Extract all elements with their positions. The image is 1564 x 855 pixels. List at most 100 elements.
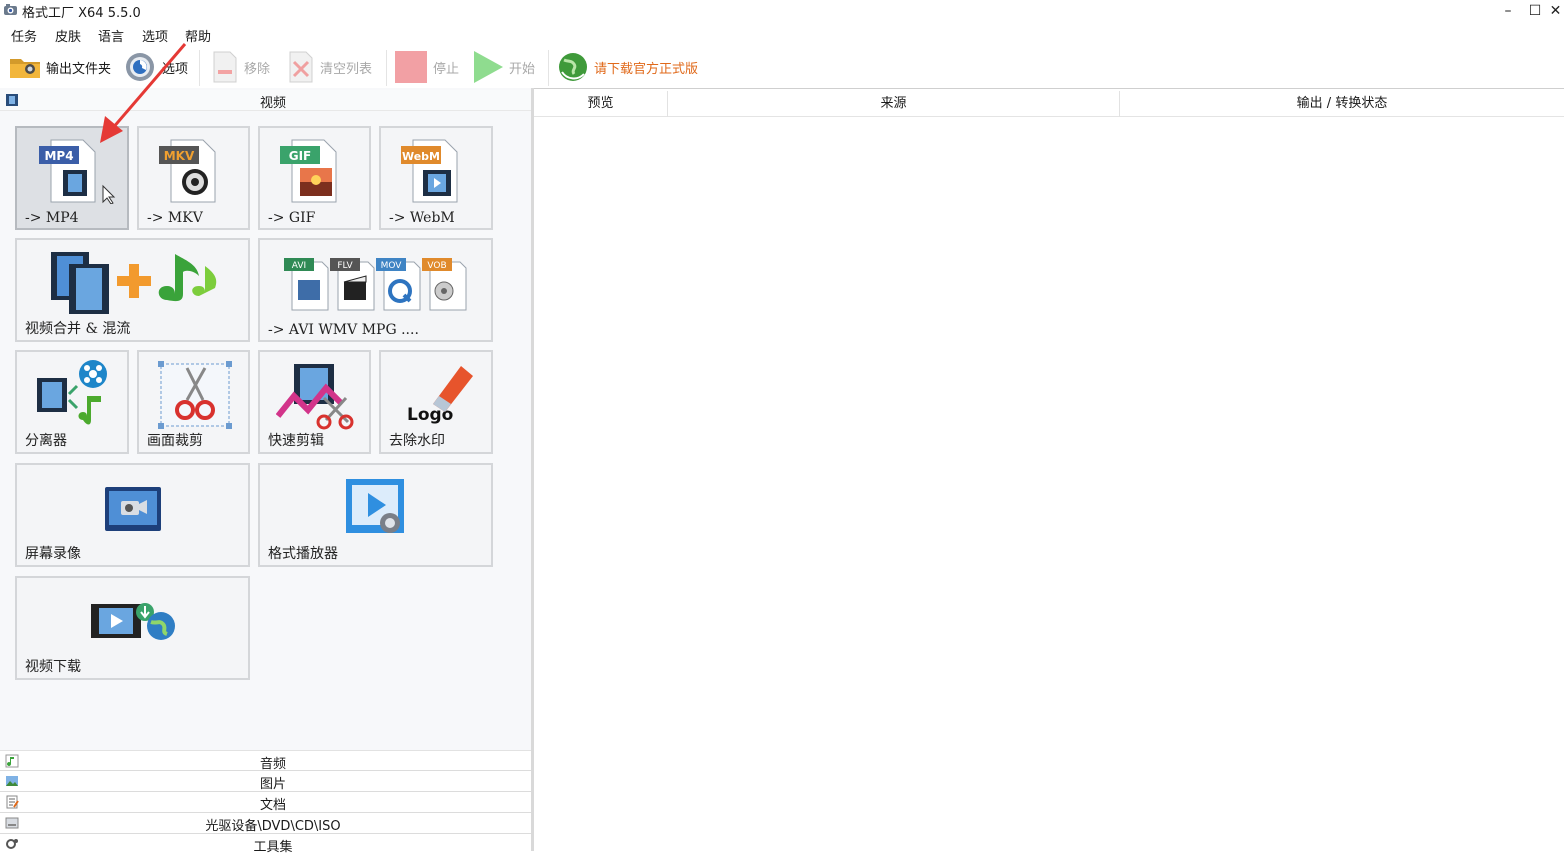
merge-video-audio-icon <box>51 252 217 314</box>
flv-badge: FLV <box>337 261 353 271</box>
mp4-badge: MP4 <box>44 149 73 163</box>
tile-mp4-label: -> MP4 <box>25 210 79 226</box>
column-source[interactable]: 来源 <box>668 91 1120 117</box>
category-audio[interactable]: 音频 <box>0 750 531 772</box>
tile-quick-edit[interactable]: 快速剪辑 <box>258 350 371 454</box>
quick-edit-icon <box>276 364 354 430</box>
download-official-link[interactable]: 请下载官方正式版 <box>556 49 698 85</box>
tile-screen-record-label: 屏幕录像 <box>25 546 81 562</box>
menu-help[interactable]: 帮助 <box>185 26 211 45</box>
task-list-header: 预览 来源 输出 / 转换状态 <box>534 91 1564 117</box>
tile-mkv[interactable]: MKV -> MKV <box>137 126 250 230</box>
category-image[interactable]: 图片 <box>0 771 531 792</box>
category-disc[interactable]: 光驱设备\DVD\CD\ISO <box>0 813 531 834</box>
title-bar: 格式工厂 X64 5.5.0 – ☐ ✕ <box>0 0 1564 22</box>
remove-button[interactable]: 移除 <box>210 49 270 85</box>
gear-icon <box>126 53 154 81</box>
toolbar-separator <box>386 50 387 86</box>
tile-remove-watermark-label: 去除水印 <box>389 433 445 449</box>
toolbar-separator <box>199 50 200 86</box>
tile-remove-watermark[interactable]: Logo 去除水印 <box>379 350 493 454</box>
column-preview[interactable]: 预览 <box>534 91 668 117</box>
window-title: 格式工厂 X64 5.5.0 <box>22 6 141 21</box>
category-tools-label: 工具集 <box>253 840 293 855</box>
category-audio-label: 音频 <box>259 757 286 772</box>
output-folder-label: 输出文件夹 <box>46 61 112 77</box>
toolbar-separator <box>548 50 549 86</box>
menu-task[interactable]: 任务 <box>11 26 37 45</box>
category-document-label: 文档 <box>259 798 286 813</box>
tile-mkv-label: -> MKV <box>147 210 203 226</box>
screen-record-icon <box>105 487 161 531</box>
crop-scissors-icon <box>158 361 232 429</box>
stop-label: 停止 <box>433 61 460 77</box>
start-button[interactable]: 开始 <box>471 49 535 85</box>
task-list[interactable]: 预览 来源 输出 / 转换状态 <box>534 88 1564 851</box>
gif-file-icon: GIF <box>280 139 337 203</box>
minimize-button[interactable]: – <box>1494 0 1522 22</box>
tile-video-download[interactable]: 视频下载 <box>15 576 250 680</box>
category-video[interactable]: 视频 <box>0 90 531 111</box>
menu-language[interactable]: 语言 <box>98 26 124 45</box>
tile-video-download-label: 视频下载 <box>25 659 81 675</box>
tile-crop-label: 画面裁剪 <box>147 433 203 449</box>
menu-bar: 任务 皮肤 语言 选项 帮助 <box>0 22 1564 46</box>
remove-icon <box>213 51 237 83</box>
start-label: 开始 <box>509 61 536 77</box>
category-video-label: 视频 <box>259 96 286 111</box>
tile-video-merge-label: 视频合并 & 混流 <box>25 321 131 337</box>
webm-badge: WebM <box>402 150 440 163</box>
stop-icon <box>395 51 427 83</box>
tile-quick-edit-label: 快速剪辑 <box>268 433 324 449</box>
stop-button[interactable]: 停止 <box>393 49 459 85</box>
column-output-status[interactable]: 输出 / 转换状态 <box>1120 91 1564 117</box>
download-official-label: 请下载官方正式版 <box>594 61 699 77</box>
vob-badge: VOB <box>427 261 446 271</box>
tile-webm[interactable]: WebM -> WebM <box>379 126 493 230</box>
clear-list-label: 清空列表 <box>320 61 373 77</box>
folder-icon <box>10 59 40 78</box>
tile-splitter[interactable]: 分离器 <box>15 350 129 454</box>
tile-video-merge[interactable]: 视频合并 & 混流 <box>15 238 250 342</box>
tile-other-formats[interactable]: AVI FLV MOV VOB -> AVI WMV MPG .... <box>258 238 493 342</box>
globe-icon <box>559 53 587 81</box>
output-folder-button[interactable]: 输出文件夹 <box>8 49 111 85</box>
video-download-icon <box>91 603 175 640</box>
tile-format-player[interactable]: 格式播放器 <box>258 463 493 567</box>
tile-gif[interactable]: GIF -> GIF <box>258 126 371 230</box>
mov-badge: MOV <box>381 261 403 271</box>
avi-badge: AVI <box>292 261 306 271</box>
tile-splitter-label: 分离器 <box>25 433 67 449</box>
clear-list-button[interactable]: 清空列表 <box>286 49 372 85</box>
tile-format-player-label: 格式播放器 <box>268 546 338 562</box>
eraser-icon: Logo <box>407 366 473 425</box>
category-image-label: 图片 <box>259 777 286 792</box>
clear-list-icon <box>289 51 313 83</box>
play-icon <box>474 51 503 83</box>
tile-webm-label: -> WebM <box>389 210 455 226</box>
toolbar: 输出文件夹 选项 移除 清空列表 停止 开始 请下载官方正式版 <box>0 46 1564 88</box>
gif-badge: GIF <box>289 149 312 163</box>
mkv-badge: MKV <box>164 149 195 163</box>
menu-options[interactable]: 选项 <box>142 26 168 45</box>
app-logo-icon <box>4 4 17 15</box>
tile-other-formats-label: -> AVI WMV MPG .... <box>268 322 419 338</box>
other-formats-icon: AVI FLV MOV VOB <box>284 258 467 311</box>
close-button[interactable]: ✕ <box>1547 0 1564 22</box>
tile-screen-record[interactable]: 屏幕录像 <box>15 463 250 567</box>
tile-gif-label: -> GIF <box>268 210 316 226</box>
function-panel: 视频 MP4 -> MP4 MKV -> MKV GIF -> GIF WebM… <box>0 88 531 855</box>
category-tools[interactable]: 工具集 <box>0 834 531 855</box>
remove-label: 移除 <box>244 61 271 77</box>
options-button[interactable]: 选项 <box>122 49 188 85</box>
options-label: 选项 <box>162 61 189 77</box>
category-disc-label: 光驱设备\DVD\CD\ISO <box>205 819 341 834</box>
menu-skin[interactable]: 皮肤 <box>55 26 81 45</box>
category-document[interactable]: 文档 <box>0 792 531 813</box>
splitter-icon <box>37 360 107 425</box>
tile-mp4[interactable]: MP4 -> MP4 <box>15 126 129 230</box>
tile-crop[interactable]: 画面裁剪 <box>137 350 250 454</box>
mp4-file-icon: MP4 <box>39 139 116 204</box>
mkv-file-icon: MKV <box>159 139 216 203</box>
maximize-button[interactable]: ☐ <box>1521 0 1549 22</box>
